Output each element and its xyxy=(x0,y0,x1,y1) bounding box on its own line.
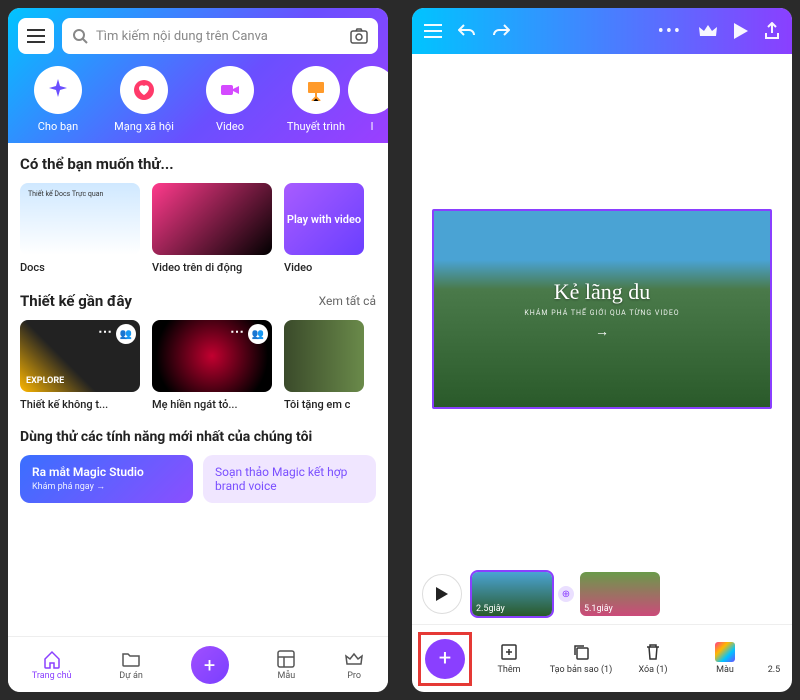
try-card-video-mobile[interactable]: Video trên di động xyxy=(152,183,272,274)
recent-section-header: Thiết kế gần đây Xem tất cả xyxy=(20,292,376,310)
recent-card[interactable]: Tôi tặng em c xyxy=(284,320,364,411)
people-icon: 👥 xyxy=(116,324,136,344)
template-icon xyxy=(276,649,296,669)
nav-templates[interactable]: Mẫu xyxy=(276,649,296,681)
folder-icon xyxy=(121,649,141,669)
editor-bottom-bar: + Thêm Tạo bản sao (1) Xóa (1) Màu 2.5 xyxy=(412,624,792,692)
crown-icon xyxy=(344,649,364,669)
toolbar-copy[interactable]: Tạo bản sao (1) xyxy=(546,642,616,675)
recent-thumb: ⋯ 👥 EXPLORE xyxy=(20,320,140,392)
clip-duration: 5.1giây xyxy=(584,604,613,614)
share-icon[interactable] xyxy=(764,22,780,40)
try-thumb: Thiết kế Docs Trực quan xyxy=(20,183,140,255)
menu-icon[interactable] xyxy=(424,24,442,38)
toolbar-speed[interactable]: 2.5 xyxy=(762,642,786,675)
recent-title: Thiết kế gần đây xyxy=(20,292,132,310)
menu-icon xyxy=(27,29,45,43)
trash-icon xyxy=(645,643,661,661)
search-placeholder: Tìm kiếm nội dung trên Canva xyxy=(96,29,342,44)
see-all-link[interactable]: Xem tất cả xyxy=(319,294,376,308)
canvas-subtitle[interactable]: KHÁM PHÁ THẾ GIỚI QUA TỪNG VIDEO xyxy=(524,309,679,317)
clip-duration: 2.5giây xyxy=(476,604,505,614)
canvas-title[interactable]: Kẻ lãng du xyxy=(524,279,679,305)
transition-button[interactable]: ⊕ xyxy=(558,586,574,602)
more-icon[interactable]: ⋯ xyxy=(230,324,244,340)
recent-thumb: ⋯ 👥 xyxy=(152,320,272,392)
menu-button[interactable] xyxy=(18,18,54,54)
add-highlight: + xyxy=(418,632,472,686)
add-page-icon xyxy=(500,643,518,661)
editor-topbar: ••• xyxy=(412,8,792,54)
nav-projects[interactable]: Dự án xyxy=(119,649,143,681)
recent-thumb xyxy=(284,320,364,392)
add-page-button[interactable]: + xyxy=(425,639,465,679)
category-more[interactable]: I xyxy=(362,66,382,133)
toolbar-add[interactable]: Thêm xyxy=(474,642,544,675)
features-row: Ra mắt Magic Studio Khám phá ngay → Soạn… xyxy=(20,455,376,503)
recent-card[interactable]: ⋯ 👥 EXPLORE Thiết kế không t... xyxy=(20,320,140,411)
search-icon xyxy=(72,28,88,44)
timeline-clip[interactable]: 5.1giây xyxy=(580,572,660,616)
try-thumb: Play with video xyxy=(284,183,364,255)
plus-icon: + xyxy=(439,646,451,671)
toolbar-color[interactable]: Màu xyxy=(690,642,760,675)
category-row[interactable]: Cho bạn Mạng xã hội Video Thuyết trình I xyxy=(18,66,378,143)
category-for-you[interactable]: Cho bạn xyxy=(18,66,98,133)
home-icon xyxy=(42,649,62,669)
video-icon xyxy=(219,79,241,101)
category-video[interactable]: Video xyxy=(190,66,270,133)
recent-card[interactable]: ⋯ 👥 Mẹ hiền ngát tỏ... xyxy=(152,320,272,411)
toolbar-delete[interactable]: Xóa (1) xyxy=(618,642,688,675)
nav-pro[interactable]: Pro xyxy=(344,649,364,681)
copy-icon xyxy=(572,643,590,661)
clips-row[interactable]: 2.5giây ⊕ 5.1giây xyxy=(472,572,782,616)
redo-icon[interactable] xyxy=(492,23,510,39)
undo-icon[interactable] xyxy=(458,23,476,39)
sparkle-icon xyxy=(47,79,69,101)
easel-icon xyxy=(305,79,327,101)
try-card-docs[interactable]: Thiết kế Docs Trực quan Docs xyxy=(20,183,140,274)
play-button[interactable] xyxy=(422,574,462,614)
plus-icon: + xyxy=(204,653,215,677)
bottom-nav: Trang chủ Dự án + Mẫu Pro xyxy=(8,636,388,692)
category-social[interactable]: Mạng xã hội xyxy=(104,66,184,133)
people-icon: 👥 xyxy=(248,324,268,344)
try-cards-row[interactable]: Thiết kế Docs Trực quan Docs Video trên … xyxy=(20,183,376,274)
try-thumb xyxy=(152,183,272,255)
more-icon[interactable]: ••• xyxy=(658,21,682,42)
features-title: Dùng thử các tính năng mới nhất của chún… xyxy=(20,429,376,445)
home-screen: Tìm kiếm nội dung trên Canva Cho bạn Mạn… xyxy=(8,8,388,692)
crown-icon[interactable] xyxy=(698,23,718,39)
play-icon xyxy=(436,587,448,601)
heart-icon xyxy=(133,79,155,101)
nav-home[interactable]: Trang chủ xyxy=(32,649,72,681)
top-header: Tìm kiếm nội dung trên Canva Cho bạn Mạn… xyxy=(8,8,388,143)
try-section-title: Có thể bạn muốn thử... xyxy=(20,155,376,173)
color-swatch-icon xyxy=(715,642,735,662)
feature-card-brand-voice[interactable]: Soạn thảo Magic kết hợp brand voice xyxy=(203,455,376,503)
timeline-clip[interactable]: 2.5giây xyxy=(472,572,552,616)
arrow-icon: → xyxy=(524,323,679,340)
editor-screen: ••• Kẻ lãng du KHÁM PHÁ THẾ GIỚI QUA TỪN… xyxy=(412,8,792,692)
canvas-area[interactable]: Kẻ lãng du KHÁM PHÁ THẾ GIỚI QUA TỪNG VI… xyxy=(412,54,792,564)
timeline: 2.5giây ⊕ 5.1giây xyxy=(412,564,792,624)
try-card-video[interactable]: Play with video Video xyxy=(284,183,364,274)
camera-icon[interactable] xyxy=(350,28,368,44)
category-presentation[interactable]: Thuyết trình xyxy=(276,66,356,133)
nav-create-button[interactable]: + xyxy=(191,646,229,684)
feature-card-magic-studio[interactable]: Ra mắt Magic Studio Khám phá ngay → xyxy=(20,455,193,503)
recent-cards-row[interactable]: ⋯ 👥 EXPLORE Thiết kế không t... ⋯ 👥 Mẹ h… xyxy=(20,320,376,411)
more-icon[interactable]: ⋯ xyxy=(98,324,112,340)
design-canvas[interactable]: Kẻ lãng du KHÁM PHÁ THẾ GIỚI QUA TỪNG VI… xyxy=(432,209,772,409)
content-scroll[interactable]: Có thể bạn muốn thử... Thiết kế Docs Trự… xyxy=(8,143,388,636)
search-input[interactable]: Tìm kiếm nội dung trên Canva xyxy=(62,18,378,54)
play-icon[interactable] xyxy=(734,23,748,39)
